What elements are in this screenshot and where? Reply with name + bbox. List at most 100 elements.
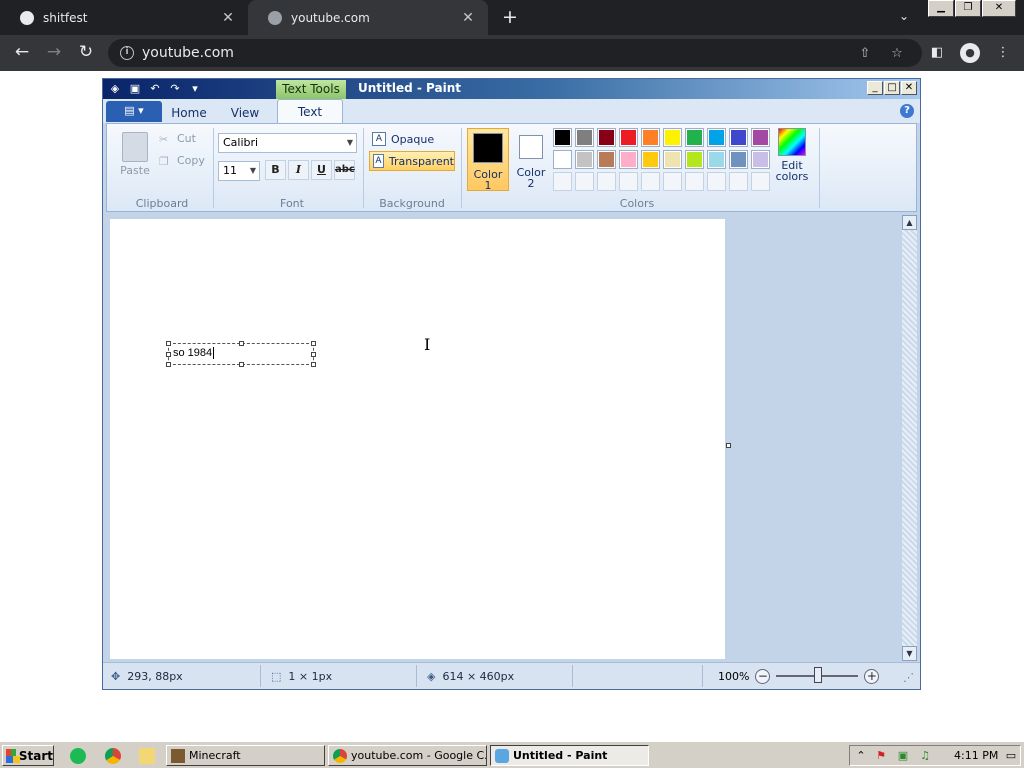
task-paint[interactable]: Untitled - Paint bbox=[490, 745, 649, 766]
reload-icon[interactable]: ↻ bbox=[75, 42, 97, 64]
palette-color-swatch[interactable] bbox=[685, 128, 704, 147]
opaque-button[interactable]: A Opaque bbox=[369, 129, 453, 149]
zoom-in-icon[interactable]: + bbox=[864, 668, 880, 684]
kebab-menu-icon[interactable]: ⋮ bbox=[993, 43, 1013, 63]
close-tab-icon[interactable]: ✕ bbox=[460, 10, 476, 26]
new-tab-button[interactable]: + bbox=[498, 6, 522, 30]
resize-handle[interactable] bbox=[166, 362, 171, 367]
vertical-scrollbar[interactable]: ▲ ▼ bbox=[902, 215, 917, 661]
canvas-text[interactable]: so 1984 bbox=[173, 347, 215, 359]
resize-handle[interactable] bbox=[311, 362, 316, 367]
palette-color-swatch[interactable] bbox=[619, 150, 638, 169]
drawing-canvas[interactable]: so 1984 I bbox=[110, 219, 725, 659]
undo-icon[interactable]: ↶ bbox=[147, 82, 163, 96]
paint-maximize-button[interactable]: □ bbox=[884, 81, 900, 95]
palette-color-swatch[interactable] bbox=[553, 128, 572, 147]
tab-search-chevron-icon[interactable]: ⌄ bbox=[894, 9, 914, 25]
palette-color-swatch[interactable] bbox=[597, 172, 616, 191]
help-icon[interactable]: ? bbox=[900, 104, 914, 118]
tray-expand-icon[interactable]: ⌃ bbox=[854, 749, 868, 763]
zoom-slider[interactable] bbox=[776, 667, 859, 683]
palette-color-swatch[interactable] bbox=[641, 150, 660, 169]
palette-color-swatch[interactable] bbox=[685, 172, 704, 191]
copy-button[interactable]: ❐ Copy bbox=[159, 154, 205, 168]
bold-button[interactable]: B bbox=[265, 160, 286, 180]
resize-handle[interactable] bbox=[239, 362, 244, 367]
palette-color-swatch[interactable] bbox=[641, 128, 660, 147]
scroll-up-arrow-icon[interactable]: ▲ bbox=[902, 215, 917, 230]
palette-color-swatch[interactable] bbox=[729, 172, 748, 191]
font-family-select[interactable]: Calibri ▼ bbox=[218, 133, 357, 153]
zoom-out-icon[interactable]: − bbox=[755, 668, 771, 684]
customize-qat-icon[interactable]: ▾ bbox=[187, 82, 203, 96]
palette-color-swatch[interactable] bbox=[751, 172, 770, 191]
canvas-workspace[interactable]: so 1984 I bbox=[106, 215, 902, 661]
address-bar[interactable]: i youtube.com ⇧ ☆ bbox=[108, 39, 922, 67]
bookmark-star-icon[interactable]: ☆ bbox=[888, 45, 906, 63]
resize-handle[interactable] bbox=[239, 341, 244, 346]
start-button[interactable]: Start bbox=[2, 745, 54, 766]
palette-color-swatch[interactable] bbox=[751, 128, 770, 147]
palette-color-swatch[interactable] bbox=[707, 172, 726, 191]
palette-color-swatch[interactable] bbox=[729, 150, 748, 169]
paint-app-icon[interactable]: ◈ bbox=[107, 82, 123, 96]
palette-color-swatch[interactable] bbox=[729, 128, 748, 147]
volume-icon[interactable]: ♫ bbox=[918, 749, 932, 763]
spotify-icon[interactable] bbox=[70, 748, 86, 764]
color2-button[interactable]: Color 2 bbox=[510, 128, 552, 191]
flag-icon[interactable]: ⚑ bbox=[874, 749, 888, 763]
tab-home[interactable]: Home bbox=[166, 103, 212, 123]
resize-handle[interactable] bbox=[166, 341, 171, 346]
palette-color-swatch[interactable] bbox=[751, 150, 770, 169]
browser-tab-youtube[interactable]: youtube.com ✕ bbox=[248, 0, 488, 35]
edit-colors-button[interactable]: Edit colors bbox=[772, 128, 812, 182]
color1-button[interactable]: Color 1 bbox=[467, 128, 509, 191]
chrome-icon[interactable] bbox=[105, 748, 121, 764]
resize-handle[interactable] bbox=[166, 352, 171, 357]
close-window-button[interactable]: ✕ bbox=[982, 0, 1016, 17]
share-icon[interactable]: ⇧ bbox=[856, 45, 874, 63]
palette-color-swatch[interactable] bbox=[619, 128, 638, 147]
palette-color-swatch[interactable] bbox=[707, 150, 726, 169]
palette-color-swatch[interactable] bbox=[641, 172, 660, 191]
palette-color-swatch[interactable] bbox=[663, 150, 682, 169]
palette-color-swatch[interactable] bbox=[685, 150, 704, 169]
folder-icon[interactable] bbox=[139, 748, 155, 764]
palette-color-swatch[interactable] bbox=[597, 150, 616, 169]
palette-color-swatch[interactable] bbox=[663, 172, 682, 191]
paste-button[interactable]: Paste bbox=[117, 132, 153, 177]
resize-grip-icon[interactable]: ⋰ bbox=[903, 671, 914, 684]
restore-button[interactable]: ❐ bbox=[955, 0, 981, 17]
transparent-button[interactable]: A Transparent bbox=[369, 151, 455, 171]
profile-avatar-icon[interactable]: ● bbox=[960, 43, 980, 63]
palette-color-swatch[interactable] bbox=[575, 150, 594, 169]
palette-color-swatch[interactable] bbox=[575, 128, 594, 147]
canvas-resize-handle[interactable] bbox=[726, 443, 731, 448]
scroll-down-arrow-icon[interactable]: ▼ bbox=[902, 646, 917, 661]
palette-color-swatch[interactable] bbox=[575, 172, 594, 191]
save-icon[interactable]: ▣ bbox=[127, 82, 143, 96]
palette-color-swatch[interactable] bbox=[553, 150, 572, 169]
palette-color-swatch[interactable] bbox=[597, 128, 616, 147]
text-input-box[interactable]: so 1984 bbox=[166, 341, 316, 367]
task-chrome[interactable]: youtube.com - Google C... bbox=[328, 745, 487, 766]
palette-color-swatch[interactable] bbox=[663, 128, 682, 147]
show-desktop-icon[interactable]: ▭ bbox=[1004, 749, 1018, 763]
paint-file-menu-button[interactable]: ▤ ▾ bbox=[106, 101, 162, 122]
tab-view[interactable]: View bbox=[224, 103, 266, 123]
resize-handle[interactable] bbox=[311, 352, 316, 357]
italic-button[interactable]: I bbox=[288, 160, 309, 180]
network-icon[interactable]: ▣ bbox=[896, 749, 910, 763]
palette-color-swatch[interactable] bbox=[707, 128, 726, 147]
zoom-slider-thumb[interactable] bbox=[814, 667, 823, 683]
cut-button[interactable]: ✂ Cut bbox=[159, 132, 196, 146]
underline-button[interactable]: U bbox=[311, 160, 332, 180]
site-info-icon[interactable]: i bbox=[120, 46, 134, 60]
tab-text[interactable]: Text bbox=[277, 99, 343, 123]
palette-color-swatch[interactable] bbox=[619, 172, 638, 191]
back-arrow-icon[interactable]: ← bbox=[11, 42, 33, 64]
paint-minimize-button[interactable]: _ bbox=[867, 81, 883, 95]
resize-handle[interactable] bbox=[311, 341, 316, 346]
browser-tab-shitfest[interactable]: shitfest ✕ bbox=[0, 0, 248, 35]
paint-close-button[interactable]: ✕ bbox=[901, 81, 917, 95]
